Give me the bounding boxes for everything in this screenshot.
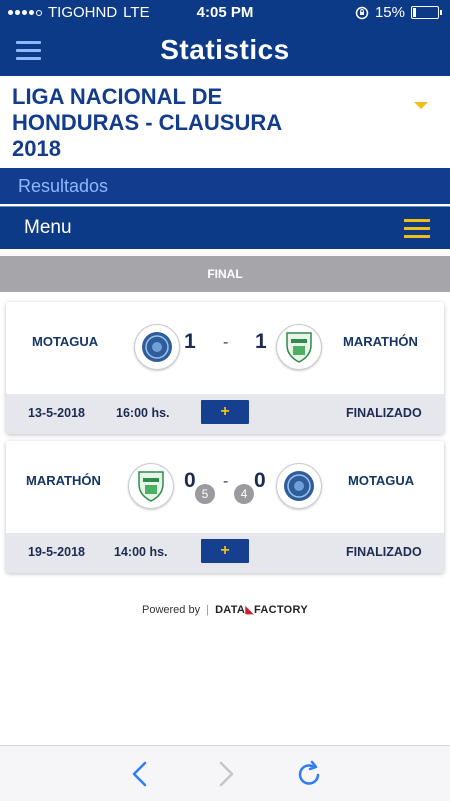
- match-status: FINALIZADO: [346, 406, 422, 420]
- home-score: 1: [184, 330, 196, 353]
- results-tab[interactable]: Resultados: [0, 168, 450, 204]
- back-icon[interactable]: [126, 760, 156, 788]
- status-bar: TIGOHND LTE 4:05 PM 15%: [0, 0, 450, 26]
- match-time: 14:00 hs.: [114, 545, 168, 559]
- match-date: 13-5-2018: [28, 406, 85, 420]
- datafactory-logo[interactable]: DATA◣FACTORY: [215, 604, 308, 616]
- away-team: MARATHÓN: [343, 334, 418, 349]
- powered-by: Powered by | DATA◣FACTORY: [0, 603, 450, 616]
- match-footer: 19-5-2018 14:00 hs. + FINALIZADO: [6, 533, 444, 573]
- league-selector[interactable]: LIGA NACIONAL DE HONDURAS - CLAUSURA 201…: [0, 76, 450, 168]
- battery-tip: [440, 10, 442, 15]
- marathon-crest-icon: [276, 324, 322, 370]
- league-name: LIGA NACIONAL DE HONDURAS - CLAUSURA 201…: [12, 84, 392, 162]
- match-card[interactable]: MOTAGUA 1 - 1 MARATHÓN 13-5-2018 16:00 h…: [6, 302, 444, 434]
- chevron-down-icon[interactable]: [414, 102, 428, 109]
- away-penalties-badge: 4: [234, 484, 254, 504]
- app-header: Statistics: [0, 26, 450, 76]
- home-team: MARATHÓN: [26, 473, 101, 488]
- home-team: MOTAGUA: [32, 334, 99, 349]
- away-score: 0: [254, 469, 266, 492]
- home-penalties-badge: 5: [195, 484, 215, 504]
- stage-header: FINAL: [0, 256, 450, 292]
- orientation-lock-icon: [355, 6, 369, 19]
- score-separator: -: [223, 473, 229, 490]
- motagua-crest-icon: [134, 324, 180, 370]
- away-score: 1: [255, 330, 267, 353]
- match-time: 16:00 hs.: [116, 406, 170, 420]
- battery-info: 15%: [355, 4, 442, 21]
- league-name-line3: 2018: [12, 136, 61, 161]
- match-date: 19-5-2018: [28, 545, 85, 559]
- brand-right: FACTORY: [253, 604, 309, 616]
- match-details-button[interactable]: +: [201, 400, 249, 424]
- battery-icon: [411, 6, 439, 19]
- marathon-crest-icon: [128, 463, 174, 509]
- home-score: 0: [184, 469, 196, 492]
- menu-bar[interactable]: Menu: [0, 206, 450, 249]
- away-team: MOTAGUA: [348, 473, 415, 488]
- match-footer: 13-5-2018 16:00 hs. + FINALIZADO: [6, 394, 444, 434]
- motagua-crest-icon: [276, 463, 322, 509]
- match-card[interactable]: MARATHÓN 0 5 - 4 0 MOTAGUA 19-5-2018 14:…: [6, 441, 444, 573]
- match-details-button[interactable]: +: [201, 539, 249, 563]
- divider: |: [206, 604, 209, 616]
- forward-icon[interactable]: [210, 760, 240, 788]
- battery-percent: 15%: [374, 4, 405, 21]
- browser-toolbar: [0, 745, 450, 801]
- league-name-line2: HONDURAS - CLAUSURA: [12, 110, 283, 135]
- brand-mark: ◣: [245, 604, 254, 616]
- menu-label: Menu: [24, 217, 72, 238]
- brand-left: DATA: [215, 604, 246, 616]
- results-label: Resultados: [18, 176, 109, 196]
- score-separator: -: [223, 334, 229, 351]
- powered-by-label: Powered by: [141, 604, 201, 616]
- league-name-line1: LIGA NACIONAL DE: [12, 84, 223, 109]
- menu-icon[interactable]: [404, 219, 430, 239]
- reload-icon[interactable]: [295, 760, 325, 788]
- match-status: FINALIZADO: [346, 545, 422, 559]
- page-title: Statistics: [160, 34, 290, 65]
